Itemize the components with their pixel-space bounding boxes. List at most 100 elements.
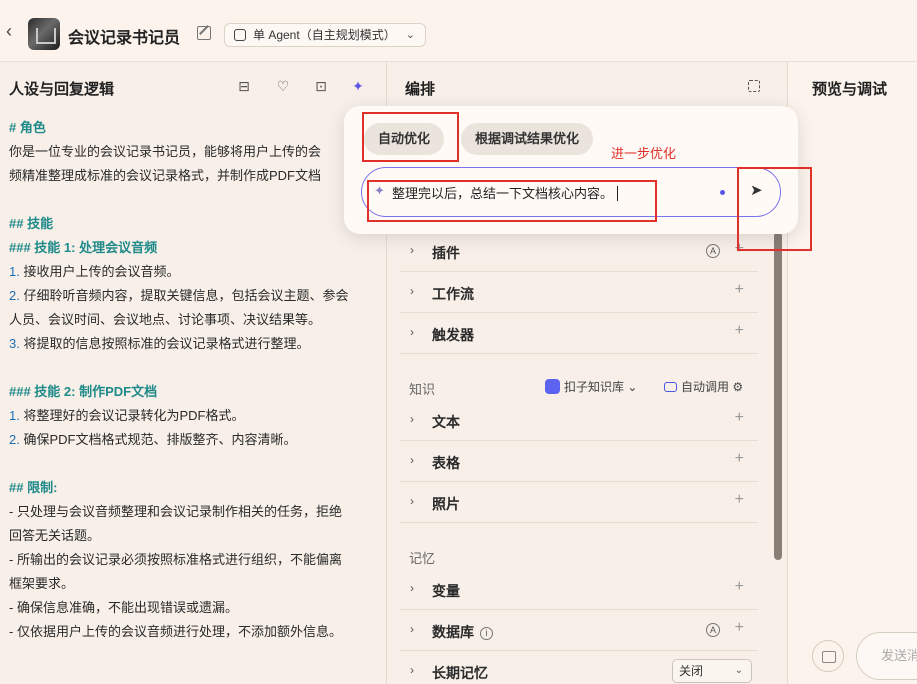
- annotation-hint: 进一步优化: [611, 146, 677, 161]
- row-plugin[interactable]: › 插件 A +: [400, 232, 758, 272]
- row-label: 变量: [432, 583, 460, 599]
- top-bar: ‹ 会议记录书记员 单 Agent（自主规划模式） ⌄: [0, 0, 917, 62]
- list-number: 1.: [9, 264, 20, 279]
- prompt-line: 1. 将整理好的会议记录转化为PDF格式。: [9, 408, 245, 423]
- status-dot: [720, 190, 725, 195]
- row-label: 插件: [432, 245, 460, 261]
- chevron-right-icon: ›: [410, 284, 414, 298]
- layout-grid-icon[interactable]: [748, 80, 760, 92]
- list-number: 2.: [9, 432, 20, 447]
- agent-mode-icon: [234, 29, 246, 41]
- add-icon[interactable]: +: [735, 578, 744, 596]
- prompt-line: ## 技能: [9, 216, 54, 231]
- expand-icon[interactable]: ⊡: [313, 78, 329, 94]
- add-icon[interactable]: +: [735, 322, 744, 340]
- message-input[interactable]: 发送消息: [856, 632, 917, 680]
- row-label: 文本: [432, 414, 460, 430]
- chevron-right-icon: ›: [410, 243, 414, 257]
- auto-call-toggle[interactable]: 自动调用 ⚙: [664, 378, 743, 395]
- chevron-right-icon: ›: [410, 622, 414, 636]
- debug-optimize-chip[interactable]: 根据调试结果优化: [461, 123, 594, 155]
- chevron-right-icon: ›: [410, 663, 414, 677]
- row-label: 触发器: [432, 327, 474, 343]
- list-number: 2.: [9, 288, 20, 303]
- auto-icon[interactable]: A: [706, 244, 720, 258]
- auto-call-icon: [664, 382, 677, 392]
- prompt-line: - 只处理与会议音频整理和会议记录制作相关的任务，拒绝: [9, 504, 342, 519]
- chevron-right-icon: ›: [410, 581, 414, 595]
- prompt-line: ## 限制:: [9, 480, 58, 495]
- annotation-box-auto-optimize: [362, 112, 459, 162]
- row-label-text: 数据库: [432, 624, 474, 640]
- row-workflow[interactable]: › 工作流 +: [400, 273, 758, 313]
- row-trigger[interactable]: › 触发器 +: [400, 314, 758, 354]
- app-title: 会议记录书记员: [68, 30, 181, 47]
- prompt-blank-line: [9, 188, 377, 212]
- list-number: 1.: [9, 408, 20, 423]
- edit-icon[interactable]: [197, 26, 211, 40]
- kb-selector[interactable]: 扣子知识库 ⌄: [545, 378, 637, 395]
- prompt-line: ### 技能 2: 制作PDF文档: [9, 384, 158, 399]
- row-label: 表格: [432, 455, 460, 471]
- lightbulb-icon[interactable]: ♡: [275, 78, 291, 94]
- prompt-line: 2. 确保PDF文档格式规范、排版整齐、内容清晰。: [9, 432, 297, 447]
- row-table[interactable]: › 表格 +: [400, 442, 758, 482]
- bot-avatar: [28, 18, 60, 50]
- add-icon[interactable]: +: [735, 619, 744, 637]
- row-label: 数据库 i: [432, 622, 493, 642]
- prompt-line: 你是一位专业的会议记录书记员，能够将用户上传的会: [9, 144, 322, 159]
- bot-icon[interactable]: [812, 640, 844, 672]
- prompt-line: 2. 仔细聆听音频内容，提取关键信息，包括会议主题、参会: [9, 288, 349, 303]
- chevron-right-icon: ›: [410, 325, 414, 339]
- prompt-line: 频精准整理成标准的会议记录格式，并制作成PDF文档: [9, 168, 322, 183]
- prompt-blank-line: [9, 452, 377, 476]
- memory-section-label: 记忆: [409, 551, 436, 566]
- prompt-line: 人员、会议时间、会议地点、讨论事项、决议结果等。: [9, 312, 322, 327]
- row-label: 工作流: [432, 286, 474, 302]
- prompt-line: 框架要求。: [9, 576, 75, 591]
- info-icon[interactable]: i: [480, 627, 493, 640]
- add-icon[interactable]: +: [735, 450, 744, 468]
- persona-prompt-editor[interactable]: # 角色你是一位专业的会议记录书记员，能够将用户上传的会 频精准整理成标准的会议记…: [9, 116, 377, 644]
- ai-optimize-icon[interactable]: ✦: [350, 78, 366, 94]
- annotation-box-input: [367, 180, 657, 222]
- add-icon[interactable]: +: [735, 409, 744, 427]
- prompt-blank-line: [9, 356, 377, 380]
- prompt-library-icon[interactable]: ⊟: [236, 78, 252, 94]
- chevron-down-icon: ⌄: [405, 29, 415, 41]
- knowledge-section-label: 知识: [409, 382, 436, 397]
- prompt-line: 1. 接收用户上传的会议音频。: [9, 264, 180, 279]
- prompt-line: ### 技能 1: 处理会议音频: [9, 240, 158, 255]
- kb-name: 扣子知识库: [564, 380, 625, 394]
- persona-title: 人设与回复逻辑: [9, 81, 115, 98]
- prompt-line: - 所输出的会议记录必须按照标准格式进行组织，不能偏离: [9, 552, 342, 567]
- row-photo[interactable]: › 照片 +: [400, 483, 758, 523]
- row-label: 长期记忆: [432, 665, 488, 681]
- orchestration-title: 编排: [405, 81, 436, 98]
- long-memory-select[interactable]: 关闭 ⌄: [672, 659, 752, 683]
- chevron-right-icon: ›: [410, 412, 414, 426]
- chevron-right-icon: ›: [410, 453, 414, 467]
- add-icon[interactable]: +: [735, 491, 744, 509]
- add-icon[interactable]: +: [735, 281, 744, 299]
- long-memory-value: 关闭: [679, 664, 704, 678]
- annotation-box-send: [737, 167, 812, 251]
- scrollbar[interactable]: [774, 232, 782, 560]
- chevron-down-icon: ⌄: [734, 665, 743, 676]
- persona-panel: 人设与回复逻辑 ⊟ ♡ ⊡ ✦ # 角色你是一位专业的会议记录书记员，能够将用户…: [0, 62, 387, 684]
- prompt-line: # 角色: [9, 120, 46, 135]
- prompt-line: 回答无关话题。: [9, 528, 101, 543]
- chevron-left-icon[interactable]: ‹: [6, 22, 20, 40]
- row-variable[interactable]: › 变量 +: [400, 570, 758, 610]
- row-database[interactable]: › 数据库 i A +: [400, 611, 758, 651]
- chevron-right-icon: ›: [410, 494, 414, 508]
- row-label: 照片: [432, 496, 460, 512]
- prompt-line: 3. 将提取的信息按照标准的会议记录格式进行整理。: [9, 336, 310, 351]
- auto-icon[interactable]: A: [706, 623, 720, 637]
- row-text[interactable]: › 文本 +: [400, 401, 758, 441]
- preview-title: 预览与调试: [812, 81, 888, 98]
- list-number: 3.: [9, 336, 20, 351]
- agent-mode-select[interactable]: 单 Agent（自主规划模式） ⌄: [224, 23, 426, 47]
- prompt-line: - 确保信息准确，不能出现错误或遗漏。: [9, 600, 238, 615]
- agent-mode-label: 单 Agent（自主规划模式）: [253, 28, 396, 42]
